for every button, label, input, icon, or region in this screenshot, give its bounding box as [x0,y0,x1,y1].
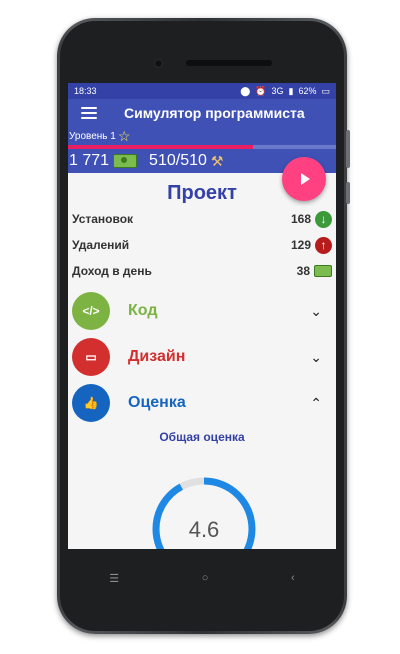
metric-label: Доход в день [72,264,152,278]
thumbs-up-icon: 👍 [72,384,110,422]
play-icon [301,173,310,185]
money-icon [314,265,332,277]
money-value: 1 771 [69,152,110,169]
front-camera [154,59,163,68]
alarm-icon: ⏰ [255,85,267,96]
arrow-up-icon: ↑ [315,236,332,254]
level-progress-fill [68,145,253,149]
app-title: Симулятор программиста [124,105,305,121]
signal-icon: ▮ [288,85,294,96]
volume-button [346,130,350,168]
metric-income: Доход в день 38 [68,258,336,284]
earpiece-speaker [186,60,272,66]
app-bar: Симулятор программиста [68,99,336,127]
rating-title: Общая оценка [159,430,245,444]
metric-uninstalls: Удалений 129 ↑ [68,232,336,258]
arrow-down-icon: ↓ [315,210,332,228]
location-icon: ⬤ [240,85,251,96]
code-icon: </> [72,292,110,330]
chevron-up-icon[interactable]: ⌃ [310,395,322,412]
section-design[interactable]: ▭ Дизайн ⌄ [68,334,336,380]
energy-value: 510/510 [149,152,207,169]
level-label: Уровень 1 [69,130,116,142]
section-label: Код [128,302,158,319]
metric-value: 168 [290,212,311,226]
chevron-down-icon[interactable]: ⌄ [310,303,322,320]
metric-label: Удалений [72,238,130,252]
rating-value: 4.6 [189,517,220,542]
metric-value: 38 [296,264,310,278]
play-button[interactable] [282,157,326,201]
home-nav-icon[interactable]: ○ [202,572,209,584]
level-row: Уровень 1 ☆ [68,127,336,145]
battery-label: 62% [298,86,317,96]
section-label: Дизайн [128,348,186,365]
back-nav-icon[interactable]: ‹ [291,572,295,584]
menu-nav-icon[interactable]: ☰ [109,572,119,585]
metric-installs: Установок 168 ↓ [68,206,336,232]
rating-gauge: 4.6 [152,477,256,549]
metric-label: Установок [72,212,134,226]
status-time: 18:33 [74,86,97,96]
chevron-down-icon[interactable]: ⌄ [310,349,322,366]
network-label: 3G [271,86,284,96]
section-code[interactable]: </> Код ⌄ [68,288,336,334]
monitor-icon: ▭ [72,338,110,376]
hammer-icon: ⚒ [210,152,224,169]
money-icon [113,154,138,168]
metric-value: 129 [290,238,311,252]
app-screen: 18:33 ⬤ ⏰ 3G ▮ 62% ▭ Симулятор программи… [68,83,336,549]
menu-icon[interactable] [81,107,97,119]
level-progress-bar [68,145,336,149]
section-label: Оценка [128,394,186,411]
battery-icon: ▭ [321,85,330,96]
status-bar: 18:33 ⬤ ⏰ 3G ▮ 62% ▭ [68,83,336,99]
section-rating[interactable]: 👍 Оценка ⌃ [68,380,336,426]
power-button [346,182,350,204]
star-icon: ☆ [117,128,131,144]
nav-bar: ☰ ○ ‹ [68,566,336,590]
